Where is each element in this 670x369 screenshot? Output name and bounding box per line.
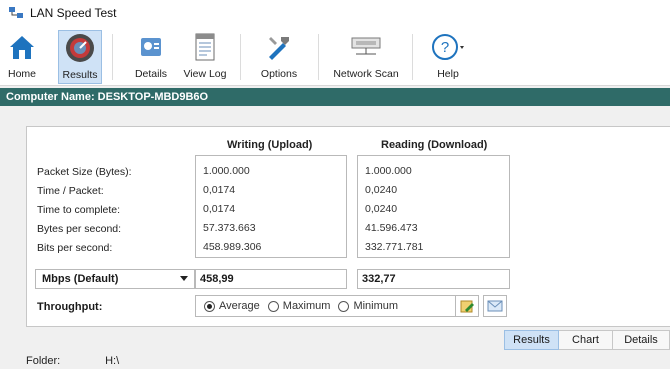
reading-header: Reading (Download) xyxy=(381,139,488,151)
folder-row: Folder: H:\ xyxy=(26,355,119,367)
radio-circle xyxy=(267,300,279,312)
toolbar-separator xyxy=(412,34,413,80)
radio-maximum-label: Maximum xyxy=(282,300,331,312)
toolbar: Home Results Details View Log Options Ne… xyxy=(0,26,670,86)
writing-value: 57.373.663 xyxy=(203,222,256,234)
results-label: Results xyxy=(62,69,98,81)
tab-details-label: Details xyxy=(624,334,658,346)
folder-label: Folder: xyxy=(26,355,61,367)
reading-value: 332.771.781 xyxy=(365,241,424,253)
reading-result-field: 332,77 xyxy=(357,269,510,289)
reading-result-value: 332,77 xyxy=(362,273,396,285)
details-icon xyxy=(133,30,169,64)
details-label: Details xyxy=(134,68,168,80)
reading-value: 1.000.000 xyxy=(365,165,412,177)
radio-circle xyxy=(338,300,350,312)
network-scan-label: Network Scan xyxy=(333,68,399,80)
reading-value: 0,0240 xyxy=(365,184,398,196)
writing-value: 458.989.306 xyxy=(203,241,262,253)
writing-value: 0,0174 xyxy=(203,203,236,215)
email-icon xyxy=(487,300,503,312)
chevron-down-icon xyxy=(180,276,188,281)
writing-result-value: 458,99 xyxy=(200,273,234,285)
home-button[interactable]: Home xyxy=(4,30,40,84)
window-title: LAN Speed Test xyxy=(30,6,117,20)
writing-value: 1.000.000 xyxy=(203,165,250,177)
row-label: Time / Packet: xyxy=(37,185,104,197)
home-label: Home xyxy=(7,68,36,80)
title-bar: LAN Speed Test xyxy=(0,0,670,26)
reading-value: 41.596.473 xyxy=(365,222,418,234)
results-button[interactable]: Results xyxy=(58,30,102,84)
radio-minimum-label: Minimum xyxy=(353,300,399,312)
reading-values-box: 1.000.000 0,0240 0,0240 41.596.473 332.7… xyxy=(357,155,510,258)
toolbar-separator xyxy=(318,34,319,80)
computer-name-text: Computer Name: DESKTOP-MBD9B6O xyxy=(6,91,209,103)
options-label: Options xyxy=(260,68,298,80)
view-log-label: View Log xyxy=(183,68,227,80)
copy-results-button[interactable] xyxy=(455,295,479,317)
details-button[interactable]: Details xyxy=(128,30,174,84)
row-label: Packet Size (Bytes): xyxy=(37,166,132,178)
tab-results[interactable]: Results xyxy=(504,330,559,350)
tab-details[interactable]: Details xyxy=(613,330,670,350)
network-scan-button[interactable]: Network Scan xyxy=(330,30,402,84)
radio-average[interactable]: Average xyxy=(204,300,260,312)
row-labels: Packet Size (Bytes): Time / Packet: Time… xyxy=(37,163,132,258)
computer-name-bar: Computer Name: DESKTOP-MBD9B6O xyxy=(0,88,670,106)
network-scan-icon xyxy=(348,30,384,64)
options-button[interactable]: Options xyxy=(255,30,303,84)
toolbar-separator xyxy=(112,34,113,80)
writing-value: 0,0174 xyxy=(203,184,236,196)
writing-result-field: 458,99 xyxy=(195,269,347,289)
email-results-button[interactable] xyxy=(483,295,507,317)
radio-average-label: Average xyxy=(219,300,260,312)
log-icon xyxy=(187,30,223,64)
throughput-radio-group: Average Maximum Minimum xyxy=(195,295,473,317)
folder-value: H:\ xyxy=(105,355,120,367)
writing-header: Writing (Upload) xyxy=(227,139,313,151)
throughput-label: Throughput: xyxy=(37,301,103,313)
help-label: Help xyxy=(437,68,459,80)
tab-chart-label: Chart xyxy=(572,334,599,346)
row-label: Bits per second: xyxy=(37,242,113,254)
help-button[interactable]: ? Help xyxy=(428,30,468,84)
toolbar-separator xyxy=(240,34,241,80)
home-icon xyxy=(4,30,40,64)
tab-results-label: Results xyxy=(513,334,550,346)
unit-select-value: Mbps (Default) xyxy=(42,273,119,285)
app-network-icon xyxy=(9,7,23,18)
pencil-icon xyxy=(460,300,474,313)
speedometer-icon xyxy=(62,31,98,65)
view-tabs: Results Chart Details xyxy=(504,330,670,350)
tools-icon xyxy=(261,30,297,64)
radio-minimum[interactable]: Minimum xyxy=(338,300,398,312)
row-label: Bytes per second: xyxy=(37,223,122,235)
reading-value: 0,0240 xyxy=(365,203,398,215)
help-icon: ? xyxy=(430,30,466,64)
writing-values-box: 1.000.000 0,0174 0,0174 57.373.663 458.9… xyxy=(195,155,347,258)
results-panel: Writing (Upload) Reading (Download) Pack… xyxy=(26,126,670,327)
radio-dot xyxy=(207,303,212,309)
tab-chart[interactable]: Chart xyxy=(559,330,613,350)
unit-select[interactable]: Mbps (Default) xyxy=(35,269,195,289)
view-log-button[interactable]: View Log xyxy=(180,30,230,84)
row-label: Time to complete: xyxy=(37,204,121,216)
radio-circle xyxy=(204,300,215,312)
svg-text:?: ? xyxy=(441,39,449,56)
radio-maximum[interactable]: Maximum xyxy=(267,300,331,312)
